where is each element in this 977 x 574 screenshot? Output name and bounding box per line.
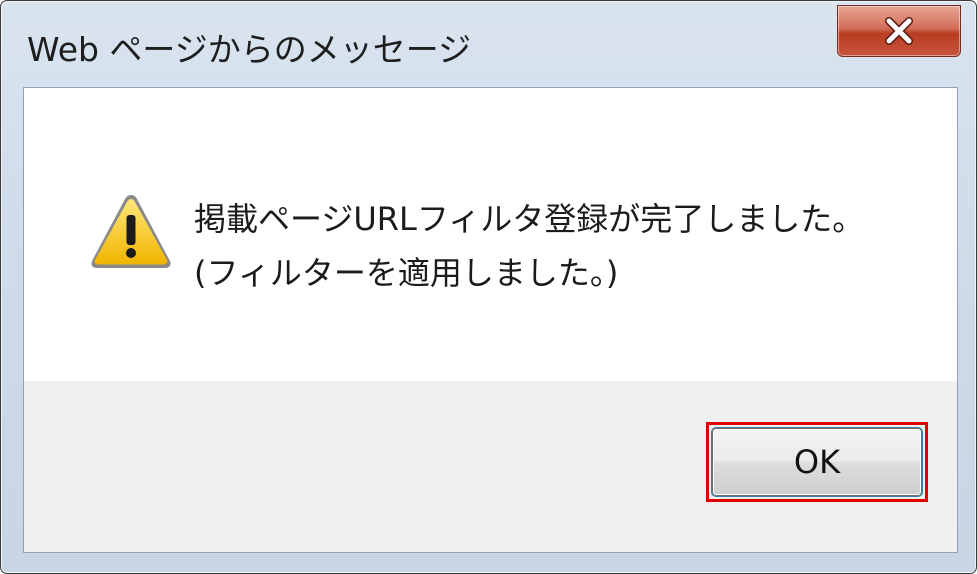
message-area: 掲載ページURLフィルタ登録が完了しました。 (フィルターを適用しました。) — [24, 88, 957, 381]
message-dialog: Web ページからのメッセージ 掲載ページURLフィルタ登録が完了しました。 (… — [0, 0, 977, 574]
dialog-title: Web ページからのメッセージ — [27, 30, 472, 69]
dialog-body: 掲載ページURLフィルタ登録が完了しました。 (フィルターを適用しました。) O… — [23, 87, 958, 553]
close-icon — [885, 17, 913, 45]
button-bar: OK — [24, 381, 957, 552]
message-text-line2: (フィルターを適用しました。) — [194, 254, 619, 292]
title-bar[interactable]: Web ページからのメッセージ — [1, 1, 976, 85]
close-button[interactable] — [837, 5, 961, 57]
message-text-line1: 掲載ページURLフィルタ登録が完了しました。 — [194, 200, 865, 238]
ok-button[interactable]: OK — [712, 428, 922, 496]
warning-icon — [91, 195, 171, 268]
